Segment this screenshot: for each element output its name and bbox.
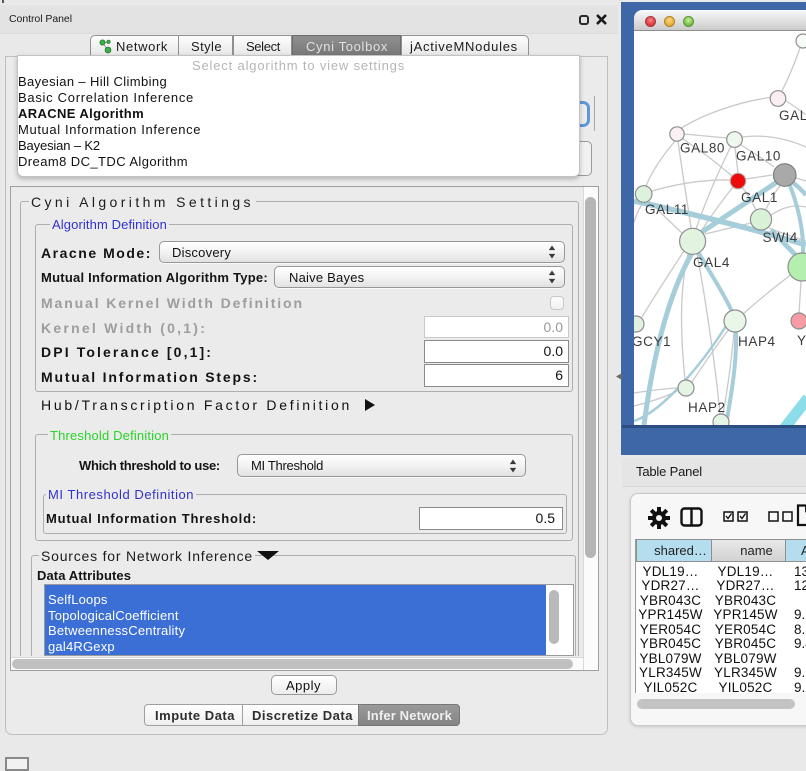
svg-text:SWI4: SWI4 [763,230,798,245]
svg-text:GAL2: GAL2 [779,108,806,123]
svg-text:GAL80: GAL80 [680,141,725,156]
svg-text:YB: YB [797,333,806,348]
svg-text:HAP2: HAP2 [688,400,726,415]
svg-text:GAL11: GAL11 [645,202,689,217]
svg-text:GCY1: GCY1 [634,334,671,349]
svg-text:GAL1: GAL1 [741,190,778,205]
svg-text:GAL4: GAL4 [693,255,730,270]
svg-text:GAL10: GAL10 [736,149,781,164]
svg-text:HAP4: HAP4 [738,334,776,349]
